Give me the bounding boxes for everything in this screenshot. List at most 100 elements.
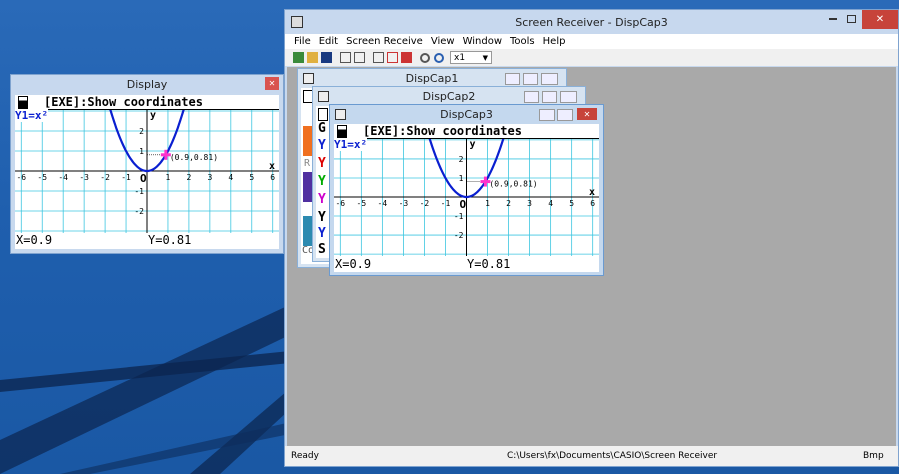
close-icon: ✕ [875,14,885,25]
dispcap3-title: DispCap3 [440,108,493,121]
x-tick-label: -3 [79,173,89,182]
x-tick-label: -5 [357,199,367,208]
x-tick-label: -4 [378,199,388,208]
delete-icon[interactable] [401,52,412,63]
trace-cursor [164,149,168,160]
main-titlebar[interactable]: Screen Receiver - DispCap3 [285,10,898,34]
x-tick-label: 6 [590,199,595,208]
list-letter: Y [318,156,326,171]
refresh-icon[interactable] [387,52,398,63]
y-axis-name: y [150,110,156,121]
window-icon [335,109,346,120]
chevron-down-icon: ▼ [482,53,488,62]
x-tick-label: 1 [166,173,171,182]
display-screen: -6 -5 -4 -3 -2 -1 1 2 3 4 5 6 2 1 -1 -2 x y O (0.9,0.81) [E… [15,95,279,249]
list-letter: S [318,242,326,257]
battery-icon [318,108,328,121]
menu-window[interactable]: Window [463,36,502,47]
menu-view[interactable]: View [431,36,455,47]
x-tick-label: -3 [399,199,409,208]
status-text: Ready [291,451,319,461]
y-coordinate: Y=0.81 [148,233,192,247]
window-icon [303,73,314,84]
y-tick-label: 1 [459,174,464,183]
status-bar: Ready C:\Users\fx\Documents\CASIO\Screen… [285,446,898,466]
zoom-out-icon[interactable] [420,52,430,63]
receive-icon[interactable] [293,52,304,63]
list-letter: Y [318,226,326,241]
new-icon[interactable] [307,52,318,63]
close-button[interactable]: ✕ [862,10,898,29]
copy-icon[interactable] [373,52,384,63]
print-icon[interactable] [340,52,351,63]
menu-edit[interactable]: Edit [319,36,338,47]
display-header-text: [EXE]:Show coordinates [44,95,203,109]
x-tick-label: 3 [207,173,212,182]
menu-screen-receive[interactable]: Screen Receive [346,36,423,47]
close-icon[interactable] [541,73,558,85]
tile-letter: R [304,158,311,169]
x-tick-label: -1 [441,199,451,208]
y-tick-label: 1 [139,147,144,156]
display-titlebar[interactable]: Display [11,75,283,93]
menu-file[interactable]: File [294,36,311,47]
x-tick-label: -2 [420,199,430,208]
x-tick-label: 5 [249,173,254,182]
close-icon: ✕ [268,79,276,88]
minimize-icon[interactable] [524,91,539,103]
y-tick-label: -2 [134,207,144,216]
display-title: Display [126,77,168,91]
maximize-icon[interactable] [523,73,538,85]
wallpaper-stroke [60,420,300,474]
dispcap3-header-text: [EXE]:Show coordinates [363,124,522,138]
close-icon[interactable] [560,91,577,103]
y-coordinate: Y=0.81 [467,257,511,271]
x-tick-label: 2 [506,199,511,208]
minimize-icon[interactable] [539,109,555,121]
x-tick-label: 2 [186,173,191,182]
dispcap3-window[interactable]: DispCap3 ✕ -6 -5 -4 -3 -2 -1 1 2 3 4 5 6 2 1 -1 -2 x y O (0… [329,104,604,276]
maximize-button[interactable] [842,10,860,28]
status-path: C:\Users\fx\Documents\CASIO\Screen Recei… [507,451,718,461]
zoom-select[interactable]: x1 ▼ [450,51,492,64]
origin-label: O [140,172,147,185]
y-tick-label: -1 [134,187,144,196]
calc-graph: -6 -5 -4 -3 -2 -1 1 2 3 4 5 6 2 1 -1 -2 x y O (0.9,0.81) [15,98,279,233]
maximize-icon[interactable] [557,109,573,121]
save-icon[interactable] [321,52,332,63]
preview-icon[interactable] [354,52,365,63]
x-tick-label: -6 [16,173,26,182]
point-label: (0.9,0.81) [489,180,537,189]
y-tick-label: -2 [454,231,464,240]
x-tick-label: -5 [37,173,47,182]
display-close-button[interactable]: ✕ [265,77,279,90]
y-axis-name: y [470,139,476,150]
y-tick-label: 2 [139,127,144,136]
close-icon[interactable]: ✕ [577,108,597,120]
battery-icon [18,95,28,109]
menu-tools[interactable]: Tools [510,36,535,47]
zoom-in-icon[interactable] [434,52,444,63]
x-coordinate: X=0.9 [16,233,53,247]
x-tick-label: 3 [527,199,532,208]
x-tick-label: 6 [270,173,275,182]
function-label: Y1=x² [15,109,49,122]
minimize-icon[interactable] [505,73,520,85]
main-title: Screen Receiver - DispCap3 [515,15,668,29]
minimize-button[interactable] [824,10,842,28]
list-letter: Y [318,174,326,189]
menu-help[interactable]: Help [543,36,566,47]
toolbar: x1 ▼ [285,49,898,66]
list-letter: Y [318,192,326,207]
y-tick-label: 2 [459,155,464,164]
trace-cursor [483,176,487,187]
point-label: (0.9,0.81) [170,153,218,162]
minimize-icon [829,18,837,20]
x-axis-name: x [589,187,595,198]
maximize-icon [846,15,856,23]
maximize-icon[interactable] [542,91,557,103]
list-letter: Y [318,138,326,153]
dispcap2-title: DispCap2 [422,89,476,103]
list-letter: G [318,121,326,136]
x-coordinate: X=0.9 [335,257,372,271]
